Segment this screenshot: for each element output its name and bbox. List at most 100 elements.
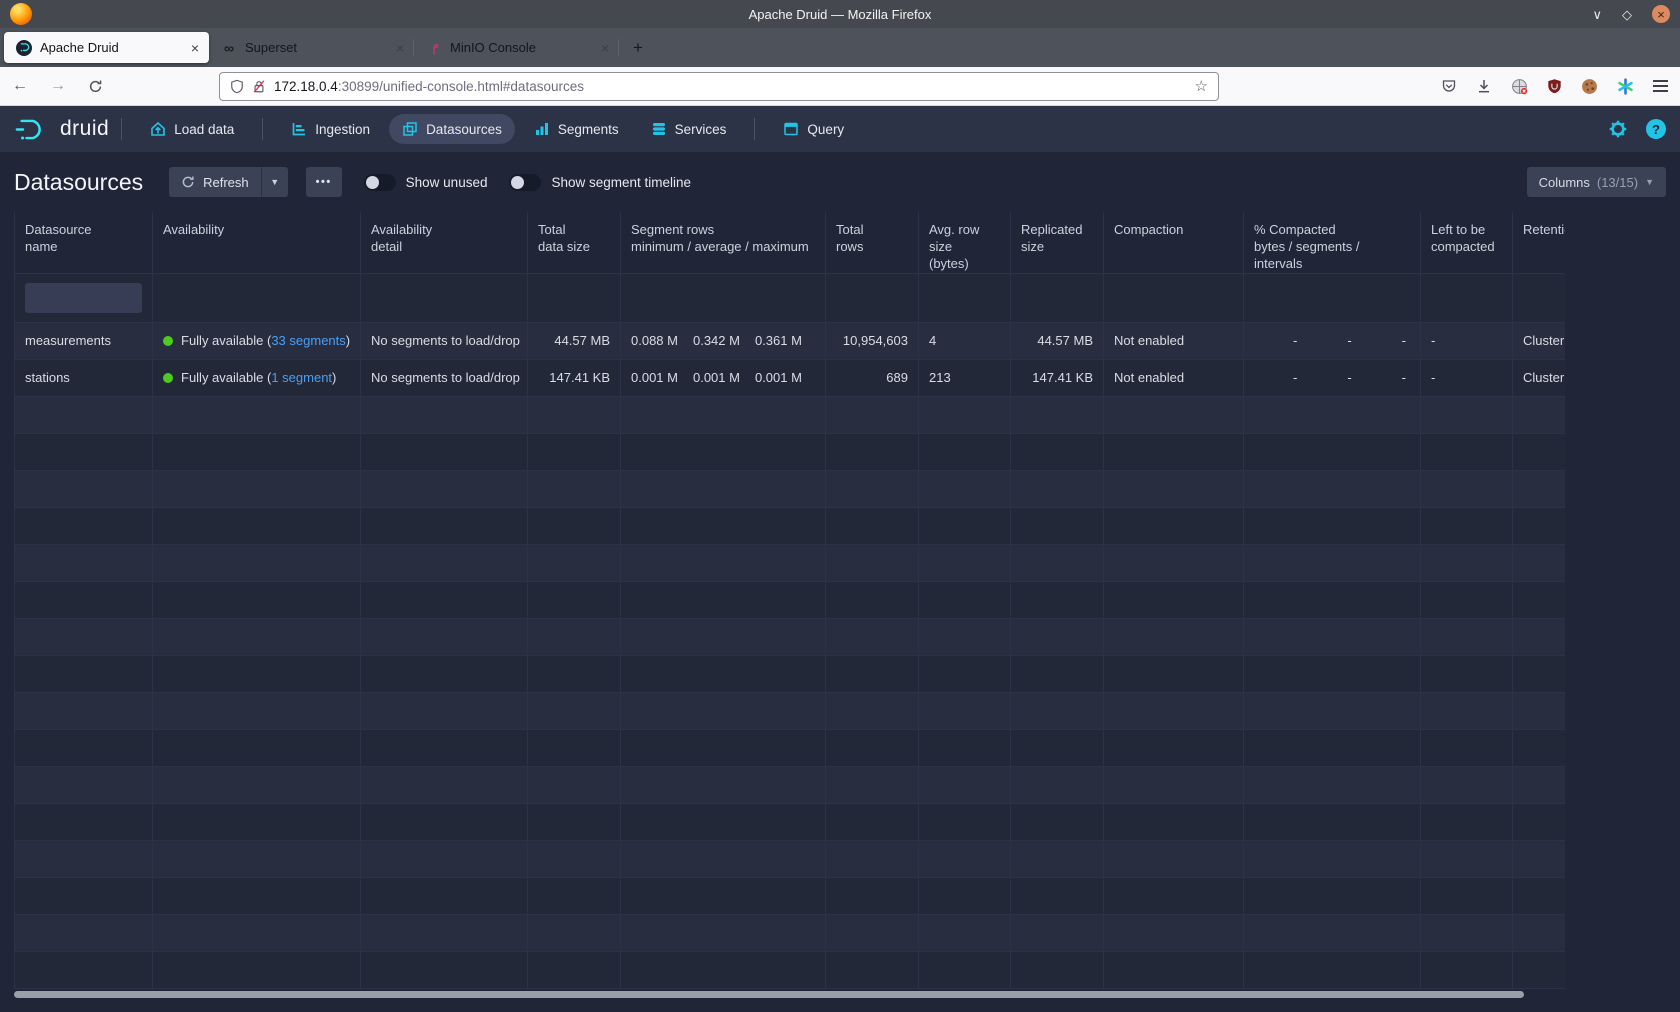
filter-cell-availability [153, 273, 361, 322]
menu-icon[interactable] [1653, 80, 1668, 91]
column-header-avg-row-size[interactable]: Avg. row size (bytes) [919, 212, 1011, 273]
divider [121, 118, 122, 140]
empty-cell [1011, 470, 1104, 507]
refresh-button[interactable]: Refresh [169, 167, 261, 197]
extension-asterisk-icon[interactable] [1617, 78, 1634, 95]
nav-item-segments[interactable]: Segments [521, 114, 632, 144]
column-header-availability-detail[interactable]: Availability detail [361, 212, 528, 273]
empty-cell [1421, 618, 1513, 655]
url-bar[interactable]: 172.18.0.4:30899/unified-console.html#da… [219, 72, 1219, 101]
pocket-icon[interactable] [1441, 78, 1457, 94]
column-header-compaction[interactable]: Compaction [1104, 212, 1244, 273]
browser-toolbar: ← → 172.18.0.4:30899/unified-console.htm… [0, 67, 1680, 106]
cell-datasource-name[interactable]: measurements [15, 322, 153, 359]
empty-cell [361, 914, 528, 951]
tab-close-icon[interactable]: × [601, 40, 609, 56]
forward-icon[interactable]: → [50, 77, 66, 95]
nav-item-label: Datasources [426, 122, 502, 137]
empty-cell [1513, 803, 1566, 840]
nav-item-datasources[interactable]: Datasources [389, 114, 515, 144]
nav-item-ingestion[interactable]: Ingestion [278, 114, 383, 144]
columns-label: Columns [1539, 175, 1590, 190]
empty-cell [1244, 766, 1421, 803]
table-row-stations[interactable]: stationsFully available (1 segment)No se… [15, 359, 1566, 396]
column-header-total-data-size[interactable]: Total data size [528, 212, 621, 273]
columns-button[interactable]: Columns (13/15) ▼ [1527, 167, 1666, 197]
nav-item-query[interactable]: Query [770, 114, 857, 144]
empty-cell [361, 396, 528, 433]
empty-cell [1513, 581, 1566, 618]
help-icon[interactable]: ? [1646, 119, 1666, 139]
tab-superset[interactable]: ∞ Superset × [209, 32, 414, 63]
empty-cell [1011, 877, 1104, 914]
minimize-icon[interactable]: ∨ [1592, 8, 1602, 21]
back-icon[interactable]: ← [12, 77, 28, 95]
druid-navbar: druid Load data Ingestion Datasources Se… [0, 106, 1680, 152]
empty-cell [1421, 433, 1513, 470]
empty-cell [621, 951, 826, 988]
column-header-datasource-name[interactable]: Datasource name [15, 212, 153, 273]
empty-cell [1513, 544, 1566, 581]
segment-rows-value: 0.001 M [631, 370, 678, 385]
cell-left-to-be-compacted: - [1421, 322, 1513, 359]
empty-cell [15, 433, 153, 470]
cell-datasource-name[interactable]: stations [15, 359, 153, 396]
show-segment-timeline-toggle[interactable] [509, 174, 541, 191]
download-icon[interactable] [1476, 78, 1492, 94]
column-header-pct-compacted[interactable]: % Compacted bytes / segments / intervals [1244, 212, 1421, 273]
insecure-lock-icon[interactable] [252, 79, 266, 94]
empty-cell [361, 951, 528, 988]
filter-cell-left-to-compact [1421, 273, 1513, 322]
nav-item-services[interactable]: Services [638, 114, 740, 144]
empty-cell [919, 655, 1011, 692]
shield-icon[interactable] [230, 79, 244, 94]
column-header-total-rows[interactable]: Total rows [826, 212, 919, 273]
empty-cell [361, 655, 528, 692]
refresh-icon [181, 175, 195, 189]
empty-cell [919, 803, 1011, 840]
toggle-label: Show segment timeline [551, 175, 691, 190]
new-tab-button[interactable]: + [633, 38, 643, 58]
tab-close-icon[interactable]: × [396, 40, 404, 56]
segments-link[interactable]: 1 segment [271, 370, 332, 385]
empty-cell [621, 433, 826, 470]
cell-segment-rows: 0.001 M0.001 M0.001 M [621, 359, 826, 396]
url-text[interactable]: 172.18.0.4:30899/unified-console.html#da… [274, 79, 1187, 94]
show-unused-toggle[interactable] [364, 174, 396, 191]
tab-minio-console[interactable]: MinIO Console × [414, 32, 619, 63]
close-icon[interactable]: × [1652, 5, 1670, 23]
filter-cell-datasource-name[interactable] [15, 273, 153, 322]
druid-logo[interactable]: druid [14, 116, 109, 143]
nav-item-load-data[interactable]: Load data [137, 114, 247, 144]
column-header-replicated-size[interactable]: Replicated size [1011, 212, 1104, 273]
empty-cell [1104, 396, 1244, 433]
toggle-knob [366, 176, 379, 189]
maximize-icon[interactable]: ◇ [1622, 8, 1632, 21]
refresh-dropdown-button[interactable]: ▼ [261, 167, 288, 197]
cell-compaction: Not enabled [1104, 359, 1244, 396]
reload-icon[interactable] [88, 79, 103, 94]
column-header-retention[interactable]: Retention [1513, 212, 1566, 273]
empty-cell [153, 396, 361, 433]
column-header-availability[interactable]: Availability [153, 212, 361, 273]
column-header-segment-rows[interactable]: Segment rows minimum / average / maximum [621, 212, 826, 273]
datasources-icon [402, 121, 418, 137]
empty-cell [1104, 803, 1244, 840]
tab-apache-druid[interactable]: Apache Druid × [4, 32, 209, 63]
bookmark-star-icon[interactable]: ☆ [1195, 77, 1208, 95]
more-actions-button[interactable]: ••• [306, 167, 342, 197]
column-header-left-to-compact[interactable]: Left to be compacted [1421, 212, 1513, 273]
cell-total-rows: 10,954,603 [826, 322, 919, 359]
horizontal-scrollbar[interactable] [14, 991, 1524, 998]
empty-cell [361, 803, 528, 840]
empty-cell [1244, 951, 1421, 988]
table-row-measurements[interactable]: measurementsFully available (33 segments… [15, 322, 1566, 359]
segments-link[interactable]: 33 segments [271, 333, 345, 348]
cookie-icon[interactable] [1581, 78, 1598, 95]
ublock-icon[interactable] [1547, 78, 1562, 94]
empty-cell [361, 877, 528, 914]
profile-icon[interactable] [1511, 78, 1528, 95]
tab-close-icon[interactable]: × [191, 40, 199, 56]
gear-icon[interactable] [1608, 119, 1628, 139]
datasource-name-filter-input[interactable] [25, 283, 142, 313]
